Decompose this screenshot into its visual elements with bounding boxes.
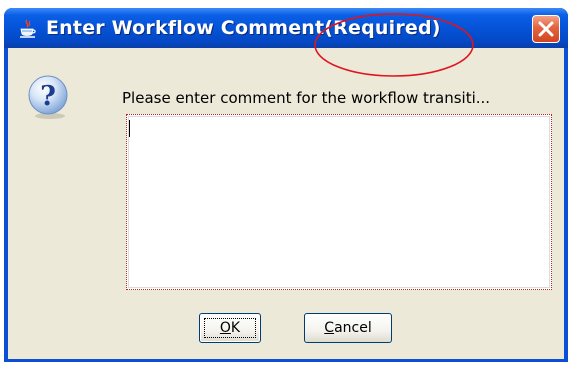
cancel-button[interactable]: Cancel — [304, 313, 392, 343]
title-bar[interactable]: Enter Workflow Comment(Required) — [4, 8, 568, 48]
cancel-mnemonic: C — [324, 320, 335, 336]
prompt-label: Please enter comment for the workflow tr… — [122, 89, 491, 107]
text-caret — [129, 120, 130, 137]
cancel-label-rest: ancel — [334, 320, 372, 336]
window-title: Enter Workflow Comment(Required) — [46, 17, 441, 39]
close-button[interactable] — [532, 15, 560, 43]
dialog-window: Enter Workflow Comment(Required) ? Pleas… — [4, 8, 568, 362]
dialog-body: ? Please enter comment for the workflow … — [8, 48, 564, 359]
java-cup-icon — [18, 19, 38, 39]
comment-textarea[interactable] — [126, 114, 552, 290]
svg-text:?: ? — [40, 81, 56, 112]
focus-rectangle — [204, 318, 256, 338]
question-icon: ? — [26, 74, 72, 120]
ok-button[interactable]: OK — [199, 313, 261, 343]
